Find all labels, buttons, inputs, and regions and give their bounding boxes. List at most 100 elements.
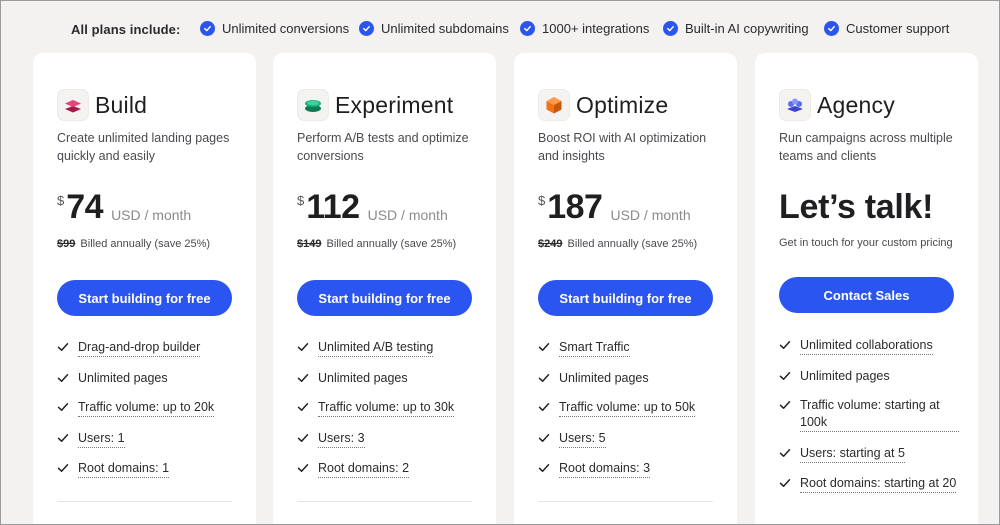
start-building-button[interactable]: Start building for free xyxy=(57,280,232,316)
include-title: All plans include: xyxy=(71,22,181,37)
feature-text[interactable]: Root domains: starting at 20 xyxy=(800,475,957,493)
price-currency: $ xyxy=(297,193,305,208)
feature-text[interactable]: Unlimited collaborations xyxy=(800,337,933,355)
check-icon xyxy=(297,403,309,411)
include-item-integrations: 1000+ integrations xyxy=(520,21,649,36)
feature-text[interactable]: Root domains: 2 xyxy=(318,460,410,478)
feature-item: Drag-and-drop builder xyxy=(57,339,237,357)
old-price: $249 xyxy=(538,238,563,250)
price-currency: $ xyxy=(538,193,546,208)
price-currency: $ xyxy=(57,193,65,208)
check-icon xyxy=(779,371,791,380)
feature-text[interactable]: Traffic volume: up to 20k xyxy=(78,399,215,417)
price-unit: USD / month xyxy=(367,207,448,223)
feature-text[interactable]: Traffic volume: starting at 100k xyxy=(800,397,959,432)
feature-text[interactable]: Traffic volume: up to 30k xyxy=(318,399,455,417)
old-price: $99 xyxy=(57,238,76,250)
feature-item: Users: 5 xyxy=(538,430,718,448)
check-circle-icon xyxy=(824,21,839,36)
billing-note: $99 Billed annually (save 25%) xyxy=(57,238,210,250)
feature-text[interactable]: Root domains: 3 xyxy=(559,460,651,478)
feature-item: Unlimited pages xyxy=(779,368,959,385)
check-icon xyxy=(779,401,791,409)
feature-text[interactable]: Drag-and-drop builder xyxy=(78,339,201,357)
check-circle-icon xyxy=(663,21,678,36)
feature-text[interactable]: Traffic volume: up to 50k xyxy=(559,399,696,417)
feature-list: Drag-and-drop builder Unlimited pages Tr… xyxy=(57,339,237,491)
include-item-label: Unlimited conversions xyxy=(222,21,350,36)
plan-header: Optimize xyxy=(538,89,668,121)
feature-list: Unlimited collaborations Unlimited pages… xyxy=(779,337,959,506)
feature-text: Unlimited pages xyxy=(318,370,408,385)
check-icon xyxy=(297,464,309,472)
feature-text[interactable]: Smart Traffic xyxy=(559,339,630,357)
check-icon xyxy=(57,373,69,382)
layers-blue-icon xyxy=(779,89,811,121)
divider xyxy=(297,501,472,502)
check-icon xyxy=(538,373,550,382)
feature-item: Unlimited pages xyxy=(57,370,237,387)
feature-item: Users: 1 xyxy=(57,430,237,448)
feature-text[interactable]: Users: 5 xyxy=(559,430,606,448)
divider xyxy=(538,501,713,502)
plan-header: Agency xyxy=(779,89,895,121)
check-icon xyxy=(538,433,550,442)
plan-name: Experiment xyxy=(335,91,454,118)
include-item-label: Unlimited subdomains xyxy=(381,21,509,36)
plan-description: Perform A/B tests and optimize conversio… xyxy=(297,131,469,163)
contact-sales-button[interactable]: Contact Sales xyxy=(779,277,954,313)
include-item-subdomains: Unlimited subdomains xyxy=(359,21,509,36)
check-icon xyxy=(538,464,550,472)
feature-item: Unlimited pages xyxy=(297,370,477,387)
plan-header: Build xyxy=(57,89,147,121)
billing-note: $149 Billed annually (save 25%) xyxy=(297,238,456,250)
feature-item: Root domains: 1 xyxy=(57,460,237,478)
plan-description: Run campaigns across multiple teams and … xyxy=(779,131,953,163)
feature-item: Traffic volume: up to 20k xyxy=(57,399,237,417)
feature-text[interactable]: Root domains: 1 xyxy=(78,460,170,478)
feature-item: Root domains: starting at 20 xyxy=(779,475,959,493)
price: $ 112 USD / month xyxy=(297,187,448,227)
check-icon xyxy=(297,343,309,351)
start-building-button[interactable]: Start building for free xyxy=(297,280,472,316)
feature-item: Users: starting at 5 xyxy=(779,445,959,463)
plan-card-optimize: Optimize Boost ROI with AI optimization … xyxy=(514,53,737,525)
feature-item: Traffic volume: up to 50k xyxy=(538,399,718,417)
billing-note: $249 Billed annually (save 25%) xyxy=(538,238,697,250)
include-item-label: 1000+ integrations xyxy=(542,21,650,36)
feature-item: Root domains: 2 xyxy=(297,460,477,478)
feature-text[interactable]: Unlimited A/B testing xyxy=(318,339,434,357)
plan-card-build: Build Create unlimited landing pages qui… xyxy=(33,53,256,525)
price-amount: 74 xyxy=(66,188,104,226)
check-icon xyxy=(779,448,791,457)
feature-item: Users: 3 xyxy=(297,430,477,448)
price: $ 74 USD / month xyxy=(57,187,191,227)
plan-card-experiment: Experiment Perform A/B tests and optimiz… xyxy=(273,53,496,525)
old-price: $149 xyxy=(297,238,322,250)
include-item-label: Customer support xyxy=(846,21,950,36)
feature-item: Unlimited pages xyxy=(538,370,718,387)
start-building-button[interactable]: Start building for free xyxy=(538,280,713,316)
plans-include-bar: All plans include: Unlimited conversions… xyxy=(0,0,1000,60)
price-unit: USD / month xyxy=(111,207,192,223)
feature-text[interactable]: Users: 3 xyxy=(318,430,365,448)
feature-list: Unlimited A/B testing Unlimited pages Tr… xyxy=(297,339,477,491)
include-item-ai-copywriting: Built-in AI copywriting xyxy=(663,21,809,36)
check-circle-icon xyxy=(359,21,374,36)
feature-text[interactable]: Users: 1 xyxy=(78,430,125,448)
billing-text: Billed annually (save 25%) xyxy=(326,238,457,250)
billing-text: Billed annually (save 25%) xyxy=(80,238,211,250)
headline-subtext: Get in touch for your custom pricing xyxy=(779,237,953,249)
check-icon xyxy=(57,403,69,411)
include-item-label: Built-in AI copywriting xyxy=(685,21,809,36)
check-icon xyxy=(297,433,309,442)
plan-description: Create unlimited landing pages quickly a… xyxy=(57,131,230,163)
feature-text[interactable]: Users: starting at 5 xyxy=(800,445,905,463)
feature-item: Traffic volume: up to 30k xyxy=(297,399,477,417)
feature-item: Smart Traffic xyxy=(538,339,718,357)
price-unit: USD / month xyxy=(610,207,691,223)
plan-header: Experiment xyxy=(297,89,453,121)
feature-item: Unlimited A/B testing xyxy=(297,339,477,357)
headline: Let’s talk! xyxy=(779,188,934,226)
plan-description: Boost ROI with AI optimization and insig… xyxy=(538,131,707,163)
